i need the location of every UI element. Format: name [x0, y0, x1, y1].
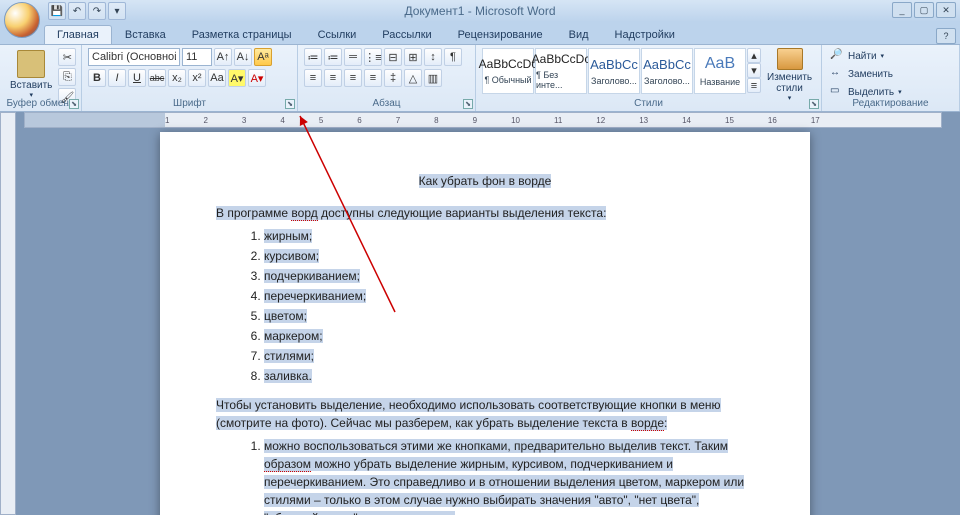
- style-heading1[interactable]: AaBbCcЗаголово...: [588, 48, 640, 94]
- doc-intro: В программе ворд доступны следующие вари…: [216, 204, 754, 222]
- doc-list-1: жирным;курсивом;подчеркиванием;перечерки…: [264, 226, 754, 386]
- replace-button[interactable]: ↔Заменить: [828, 66, 895, 82]
- highlight-color-button[interactable]: A▾: [228, 69, 246, 87]
- styles-more-icon[interactable]: ≡: [747, 78, 761, 93]
- close-button[interactable]: ✕: [936, 2, 956, 18]
- style-title[interactable]: AaBНазвание: [694, 48, 746, 94]
- help-button[interactable]: ?: [936, 28, 956, 44]
- align-right-button[interactable]: ≡: [344, 69, 362, 87]
- list-item: заливка.: [264, 366, 754, 386]
- multilevel-button[interactable]: ═: [344, 48, 362, 66]
- paste-label: Вставить: [10, 80, 52, 91]
- subscript-button[interactable]: x₂: [168, 69, 186, 87]
- binoculars-icon: 🔎: [830, 49, 844, 63]
- tab-insert[interactable]: Вставка: [112, 25, 179, 44]
- style-heading2[interactable]: AaBbCcЗаголово...: [641, 48, 693, 94]
- strike-button[interactable]: abc: [148, 69, 166, 87]
- numbering-button[interactable]: ≔: [324, 48, 342, 66]
- change-styles-icon: [777, 48, 803, 70]
- tab-layout[interactable]: Разметка страницы: [179, 25, 305, 44]
- bullets-button[interactable]: ≔: [304, 48, 322, 66]
- office-button[interactable]: [4, 2, 40, 38]
- list-item: перечеркиванием;: [264, 286, 754, 306]
- copy-icon[interactable]: ⎘: [58, 68, 76, 86]
- paragraph-dialog-launcher[interactable]: ⬊: [463, 99, 473, 109]
- doc-para2: Чтобы установить выделение, необходимо и…: [216, 396, 754, 432]
- tab-mailings[interactable]: Рассылки: [369, 25, 444, 44]
- font-dialog-launcher[interactable]: ⬊: [285, 99, 295, 109]
- maximize-button[interactable]: ▢: [914, 2, 934, 18]
- italic-button[interactable]: I: [108, 69, 126, 87]
- clipboard-dialog-launcher[interactable]: ⬊: [69, 99, 79, 109]
- shading-button[interactable]: △: [404, 69, 422, 87]
- borders-button[interactable]: ▥: [424, 69, 442, 87]
- font-size-select[interactable]: [182, 48, 212, 66]
- list-item: курсивом;: [264, 246, 754, 266]
- editing-group-label: Редактирование: [822, 98, 959, 109]
- sort-button[interactable]: ⊞: [404, 48, 422, 66]
- style-nospacing[interactable]: AaBbCcDc¶ Без инте...: [535, 48, 587, 94]
- styles-up-icon[interactable]: ▴: [747, 48, 761, 63]
- superscript-button[interactable]: x²: [188, 69, 206, 87]
- line-spacing2-button[interactable]: ‡: [384, 69, 402, 87]
- vertical-ruler[interactable]: [0, 112, 16, 515]
- tab-view[interactable]: Вид: [556, 25, 602, 44]
- doc-list-2: можно воспользоваться этими же кнопками,…: [264, 436, 754, 515]
- paste-button[interactable]: Вставить ▾: [6, 48, 56, 101]
- paste-icon: [17, 50, 45, 78]
- cut-icon[interactable]: ✂: [58, 48, 76, 66]
- cursor-icon: ▭: [830, 85, 844, 99]
- font-color-button[interactable]: A▾: [248, 69, 266, 87]
- list-item: жирным;: [264, 226, 754, 246]
- save-icon[interactable]: 💾: [48, 2, 66, 20]
- decrease-indent-button[interactable]: ⋮≡: [364, 48, 382, 66]
- list-item: маркером;: [264, 326, 754, 346]
- paragraph-group-label: Абзац: [298, 98, 475, 109]
- tab-addins[interactable]: Надстройки: [602, 25, 688, 44]
- align-left-button[interactable]: ≡: [304, 69, 322, 87]
- list-item: цветом;: [264, 306, 754, 326]
- styles-group-label: Стили: [476, 98, 821, 109]
- undo-icon[interactable]: ↶: [68, 2, 86, 20]
- line-spacing-button[interactable]: ↕: [424, 48, 442, 66]
- change-styles-button[interactable]: Изменить стили ▾: [763, 48, 816, 102]
- justify-button[interactable]: ≡: [364, 69, 382, 87]
- show-marks-button[interactable]: ¶: [444, 48, 462, 66]
- change-case-button[interactable]: Aa: [208, 69, 226, 87]
- list-item: стилями;: [264, 346, 754, 366]
- font-group-label: Шрифт: [82, 98, 297, 109]
- bold-button[interactable]: B: [88, 69, 106, 87]
- style-normal[interactable]: AaBbCcDc¶ Обычный: [482, 48, 534, 94]
- tab-review[interactable]: Рецензирование: [445, 25, 556, 44]
- quick-access-toolbar: 💾 ↶ ↷ ▾: [48, 2, 126, 20]
- list-item: подчеркиванием;: [264, 266, 754, 286]
- find-button[interactable]: 🔎Найти▾: [828, 48, 886, 64]
- tab-home[interactable]: Главная: [44, 25, 112, 44]
- increase-indent-button[interactable]: ⊟: [384, 48, 402, 66]
- document-page[interactable]: Как убрать фон в ворде В программе ворд …: [160, 132, 810, 515]
- ribbon-tabs: Главная Вставка Разметка страницы Ссылки…: [0, 22, 960, 44]
- shrink-font-icon[interactable]: A↓: [234, 48, 252, 66]
- window-title: Документ1 - Microsoft Word: [404, 4, 555, 18]
- underline-button[interactable]: U: [128, 69, 146, 87]
- align-center-button[interactable]: ≡: [324, 69, 342, 87]
- replace-icon: ↔: [830, 67, 844, 81]
- styles-gallery[interactable]: AaBbCcDc¶ Обычный AaBbCcDc¶ Без инте... …: [482, 48, 761, 94]
- document-area: L 1234567891011121314151617 Как убрать ф…: [0, 112, 960, 515]
- minimize-button[interactable]: _: [892, 2, 912, 18]
- doc-heading: Как убрать фон в ворде: [216, 172, 754, 190]
- ribbon: Вставить ▾ ✂ ⎘ 🖌 Буфер обмена ⬊ A↑ A↓ Aᵃ…: [0, 44, 960, 112]
- styles-dialog-launcher[interactable]: ⬊: [809, 99, 819, 109]
- horizontal-ruler[interactable]: 1234567891011121314151617: [24, 112, 942, 128]
- clear-formatting-icon[interactable]: Aᵃ: [254, 48, 272, 66]
- font-name-select[interactable]: [88, 48, 180, 66]
- redo-icon[interactable]: ↷: [88, 2, 106, 20]
- qat-more-icon[interactable]: ▾: [108, 2, 126, 20]
- grow-font-icon[interactable]: A↑: [214, 48, 232, 66]
- styles-down-icon[interactable]: ▾: [747, 63, 761, 78]
- tab-references[interactable]: Ссылки: [305, 25, 370, 44]
